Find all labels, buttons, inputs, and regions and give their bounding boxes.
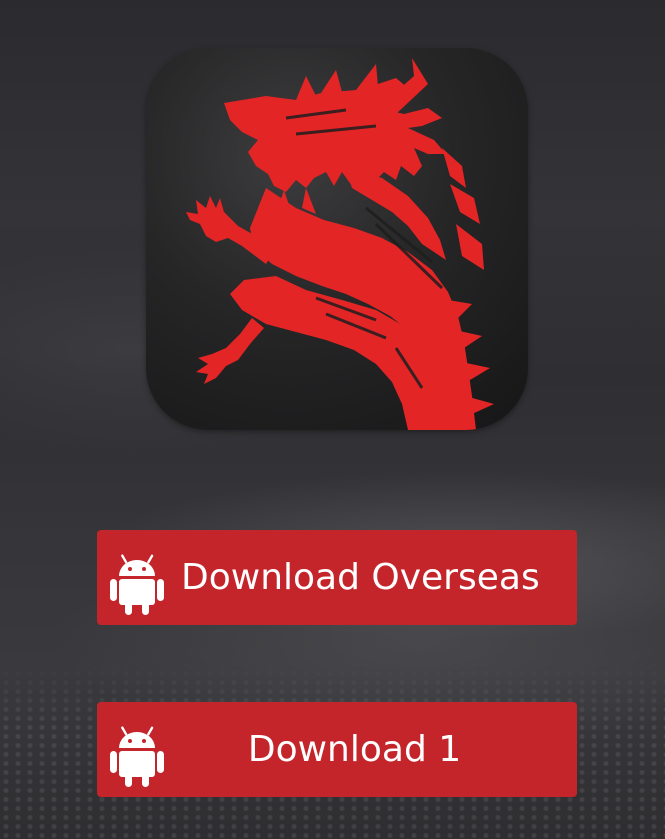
download-overseas-button[interactable]: Download Overseas [97,530,577,625]
download-1-button[interactable]: Download 1 [97,702,577,797]
download-overseas-label: Download Overseas [181,557,540,598]
download-1-label: Download 1 [247,729,462,770]
dragon-icon [186,58,494,430]
app-logo [146,48,528,430]
android-icon [110,554,164,615]
